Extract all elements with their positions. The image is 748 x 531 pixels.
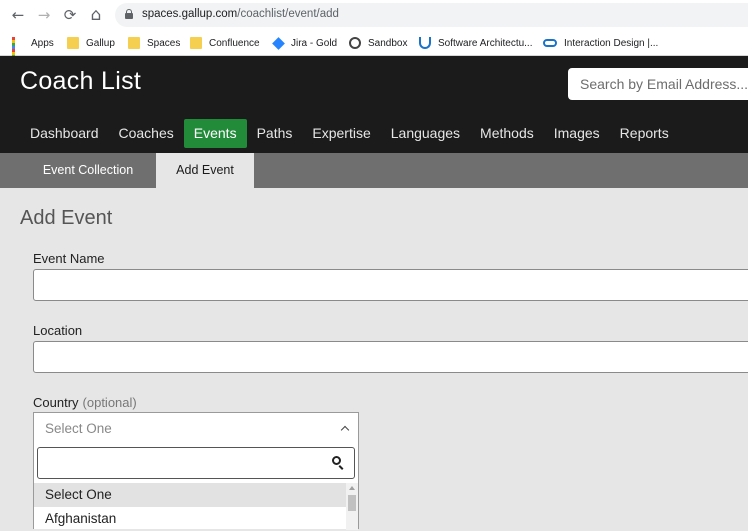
reload-icon[interactable]: ⟳ [60,5,80,25]
nav-coaches[interactable]: Coaches [109,119,184,148]
search-input[interactable]: Search by Email Address... [568,68,748,100]
globe-icon [349,37,361,49]
country-option[interactable]: Afghanistan [34,507,346,531]
nav-expertise[interactable]: Expertise [302,119,380,148]
nav-paths[interactable]: Paths [247,119,303,148]
bookmark-apps[interactable]: Apps [12,35,54,64]
bookmark-interaction-design[interactable]: Interaction Design |... [543,35,658,51]
country-label: Country (optional) [33,395,137,410]
bookmark-confluence[interactable]: Confluence [190,35,260,51]
country-select[interactable]: Select One Select One Afghanistan [33,412,359,531]
nav-methods[interactable]: Methods [470,119,544,148]
bookmark-spaces[interactable]: Spaces [128,35,180,51]
folder-icon [128,37,140,49]
nav-languages[interactable]: Languages [381,119,470,148]
folder-icon [190,37,202,49]
page-title: Add Event [20,207,113,229]
scrollbar-thumb[interactable] [348,495,356,511]
bookmark-software-architecture[interactable]: Software Architectu... [419,35,533,51]
bookmark-gallup[interactable]: Gallup [67,35,115,51]
jira-icon [272,36,285,50]
optional-hint: (optional) [82,395,137,410]
nav-events[interactable]: Events [183,119,247,148]
main-nav: Dashboard Coaches Events Paths Expertise… [20,119,679,148]
tab-add-event[interactable]: Add Event [156,153,254,188]
browser-toolbar: ← → ⟳ ⌂ spaces.gallup.com/coachlist/even… [0,0,748,30]
folder-icon [67,37,79,49]
event-name-label: Event Name [33,251,105,266]
apps-grid-icon [12,37,24,64]
search-icon [332,456,346,470]
scroll-up-arrow-icon[interactable] [349,486,355,490]
link-icon [543,39,557,47]
dropdown-scrollbar[interactable] [346,483,358,530]
url-text: spaces.gallup.com/coachlist/event/add [142,8,339,20]
country-option[interactable]: Select One [34,483,346,507]
chevron-up-icon[interactable] [340,425,350,435]
country-selected-value: Select One [45,421,112,436]
nav-reports[interactable]: Reports [610,119,679,148]
home-icon[interactable]: ⌂ [86,5,106,25]
app-header: Coach List Search by Email Address... Da… [0,56,748,153]
country-search-input[interactable] [37,447,355,479]
forward-arrow-icon[interactable]: → [34,5,54,25]
tab-event-collection[interactable]: Event Collection [20,153,156,188]
nav-dashboard[interactable]: Dashboard [20,119,109,148]
address-bar[interactable]: spaces.gallup.com/coachlist/event/add [115,3,748,27]
event-name-field[interactable] [33,269,748,301]
location-field[interactable] [33,341,748,373]
bookmark-jira-gold[interactable]: Jira - Gold [272,35,337,51]
lock-icon [125,9,133,19]
nav-images[interactable]: Images [544,119,610,148]
back-arrow-icon[interactable]: ← [8,5,28,25]
location-label: Location [33,323,83,338]
app-title: Coach List [20,67,142,95]
bookmarks-bar: Apps Gallup Spaces Confluence Jira - Gol… [0,30,748,64]
sub-nav: Event Collection Add Event [0,153,748,188]
udemy-icon [419,37,431,49]
bookmark-sandbox[interactable]: Sandbox [349,35,407,51]
